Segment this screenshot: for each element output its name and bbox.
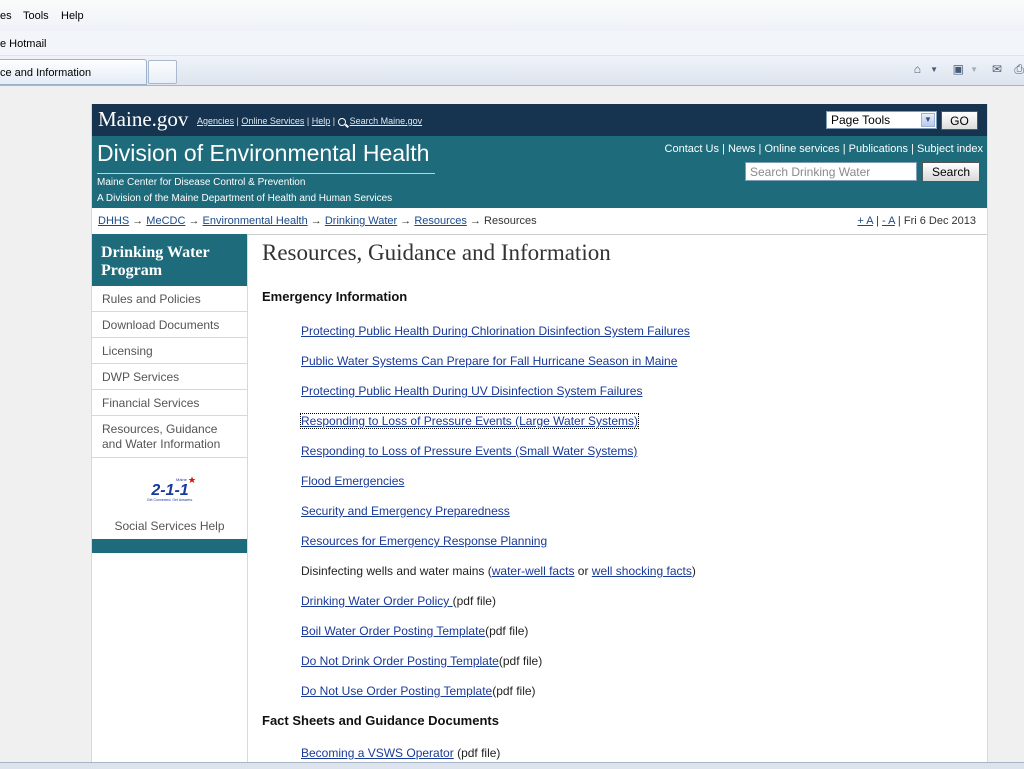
link-pressure-large[interactable]: Responding to Loss of Pressure Events (L… <box>299 413 640 429</box>
date-area: + A | - A | Fri 6 Dec 2013 <box>857 215 976 227</box>
sidebar: Drinking Water Program Rules and Policie… <box>92 234 248 762</box>
main-content: Resources, Guidance and Information Emer… <box>248 234 987 762</box>
pdf-note: (pdf file) <box>492 684 536 698</box>
division-title[interactable]: Division of Environmental Health <box>97 140 429 167</box>
browser-viewport: Maine.gov Agencies | Online Services | H… <box>0 86 1024 762</box>
link-well-shocking-facts[interactable]: well shocking facts <box>592 564 692 578</box>
chevron-down-icon: ▼ <box>921 113 935 127</box>
crumb-drinking-water[interactable]: Drinking Water <box>325 215 397 227</box>
top-navigation: Agencies | Online Services | Help | Sear… <box>197 116 423 126</box>
link-online-services[interactable]: Online services <box>764 143 839 155</box>
link-do-not-drink-template[interactable]: Do Not Drink Order Posting Template <box>301 654 499 668</box>
link-boil-water-template[interactable]: Boil Water Order Posting Template <box>301 624 485 638</box>
division-header: Division of Environmental Health Maine C… <box>92 136 987 208</box>
page-tools-select[interactable]: Page Tools ▼ <box>826 111 937 129</box>
pdf-note: (pdf file) <box>498 654 543 668</box>
sidebar-item-rules[interactable]: Rules and Policies <box>92 286 247 312</box>
current-date: Fri 6 Dec 2013 <box>903 215 976 227</box>
title-divider <box>97 173 435 174</box>
link-uv-failures[interactable]: Protecting Public Health During UV Disin… <box>301 384 642 398</box>
favorite-hotmail[interactable]: e Hotmail <box>0 38 46 50</box>
feeds-dropdown-icon[interactable]: ▼ <box>970 65 978 74</box>
crumb-current: Resources <box>484 215 537 227</box>
sidebar-item-licensing[interactable]: Licensing <box>92 338 247 364</box>
crumb-resources[interactable]: Resources <box>414 215 467 227</box>
link-pressure-small[interactable]: Responding to Loss of Pressure Events (S… <box>301 444 637 458</box>
211-logo-tagline: Get Connected. Get Answers. <box>147 498 193 502</box>
nav-search-maine[interactable]: Search Maine.gov <box>350 116 423 126</box>
link-vsws-operator[interactable]: Becoming a VSWS Operator <box>301 746 454 760</box>
211-logo-text: 2-1-1 <box>150 482 188 499</box>
pdf-note: (pdf file) <box>485 624 529 638</box>
menu-tools[interactable]: Tools <box>23 10 49 22</box>
dhhs-subtitle: A Division of the Maine Department of He… <box>97 193 393 204</box>
feeds-icon[interactable]: ▣ <box>953 62 964 76</box>
pdf-note: (pdf file) <box>452 594 496 608</box>
search-button[interactable]: Search <box>922 162 980 182</box>
menu-favorites[interactable]: es <box>0 10 12 22</box>
link-flood-emergencies[interactable]: Flood Emergencies <box>301 474 404 488</box>
home-dropdown-icon[interactable]: ▼ <box>930 65 938 74</box>
cdc-subtitle: Maine Center for Disease Control & Preve… <box>97 177 306 188</box>
favorites-bar: e Hotmail <box>0 31 1024 56</box>
link-news[interactable]: News <box>728 143 756 155</box>
disinfect-text: Disinfecting wells and water mains ( <box>301 564 492 578</box>
sidebar-item-financial[interactable]: Financial Services <box>92 390 247 416</box>
link-do-not-use-template[interactable]: Do Not Use Order Posting Template <box>301 684 492 698</box>
page-title: Resources, Guidance and Information <box>262 240 611 265</box>
crumb-dhhs[interactable]: DHHS <box>98 215 129 227</box>
pdf-note: (pdf file) <box>453 746 501 760</box>
sidebar-item-resources[interactable]: Resources, Guidance and Water Informatio… <box>92 416 247 458</box>
social-services-help[interactable]: Social Services Help <box>92 519 247 533</box>
link-response-planning[interactable]: Resources for Emergency Response Plannin… <box>301 534 547 548</box>
emergency-heading: Emergency Information <box>262 289 408 304</box>
breadcrumb-bar: DHHS → MeCDC → Environmental Health → Dr… <box>92 208 987 235</box>
active-tab[interactable]: ce and Information <box>0 59 147 85</box>
page-tools-value: Page Tools <box>831 113 891 127</box>
sidebar-item-dwp-services[interactable]: DWP Services <box>92 364 247 390</box>
home-icon[interactable]: ⌂ <box>914 62 921 76</box>
disinfecting-line: Disinfecting wells and water mains (wate… <box>301 564 696 578</box>
link-contact-us[interactable]: Contact Us <box>665 143 719 155</box>
browser-menubar: es Tools Help <box>0 0 1024 32</box>
star-icon <box>188 476 196 483</box>
header-links: Contact Us | News | Online services | Pu… <box>664 143 983 155</box>
new-tab-button[interactable] <box>148 60 177 84</box>
breadcrumb: DHHS → MeCDC → Environmental Health → Dr… <box>98 215 537 227</box>
go-button[interactable]: GO <box>941 111 978 130</box>
link-order-policy[interactable]: Drinking Water Order Policy <box>301 594 453 608</box>
maine-gov-topbar: Maine.gov Agencies | Online Services | H… <box>92 104 987 136</box>
search-input[interactable]: Search Drinking Water <box>745 162 917 181</box>
font-decrease-link[interactable]: - A <box>882 215 895 227</box>
nav-online-services[interactable]: Online Services <box>241 116 304 126</box>
nav-agencies[interactable]: Agencies <box>197 116 234 126</box>
menu-help[interactable]: Help <box>61 10 84 22</box>
browser-tabbar: ce and Information ⌂ ▼ ▣ ▼ ✉ ⎙ <box>0 56 1024 86</box>
disinfect-end: ) <box>691 564 696 578</box>
web-page: Maine.gov Agencies | Online Services | H… <box>91 104 988 762</box>
fact-sheets-heading: Fact Sheets and Guidance Documents <box>262 713 499 728</box>
crumb-environmental-health[interactable]: Environmental Health <box>203 215 308 227</box>
link-subject-index[interactable]: Subject index <box>917 143 983 155</box>
sidebar-title[interactable]: Drinking Water Program <box>92 234 247 286</box>
nav-help[interactable]: Help <box>312 116 331 126</box>
font-increase-link[interactable]: + A <box>857 215 873 227</box>
disinfect-or: or <box>574 564 592 578</box>
link-chlorination-failures[interactable]: Protecting Public Health During Chlorina… <box>301 324 690 338</box>
mail-icon[interactable]: ✉ <box>992 62 1002 76</box>
sidebar-item-download[interactable]: Download Documents <box>92 312 247 338</box>
211-logo[interactable]: Maine 2-1-1 Get Connected. Get Answers. <box>140 475 200 505</box>
link-water-well-facts[interactable]: water-well facts <box>492 564 575 578</box>
print-icon[interactable]: ⎙ <box>1014 62 1024 77</box>
link-publications[interactable]: Publications <box>849 143 908 155</box>
link-hurricane-season[interactable]: Public Water Systems Can Prepare for Fal… <box>301 354 677 368</box>
sidebar-footer-bar <box>92 539 247 553</box>
link-security-preparedness[interactable]: Security and Emergency Preparedness <box>301 504 510 518</box>
active-tab-label: ce and Information <box>0 67 92 79</box>
search-icon <box>337 117 346 126</box>
crumb-mecdc[interactable]: MeCDC <box>146 215 185 227</box>
maine-gov-logo[interactable]: Maine.gov <box>98 107 188 132</box>
